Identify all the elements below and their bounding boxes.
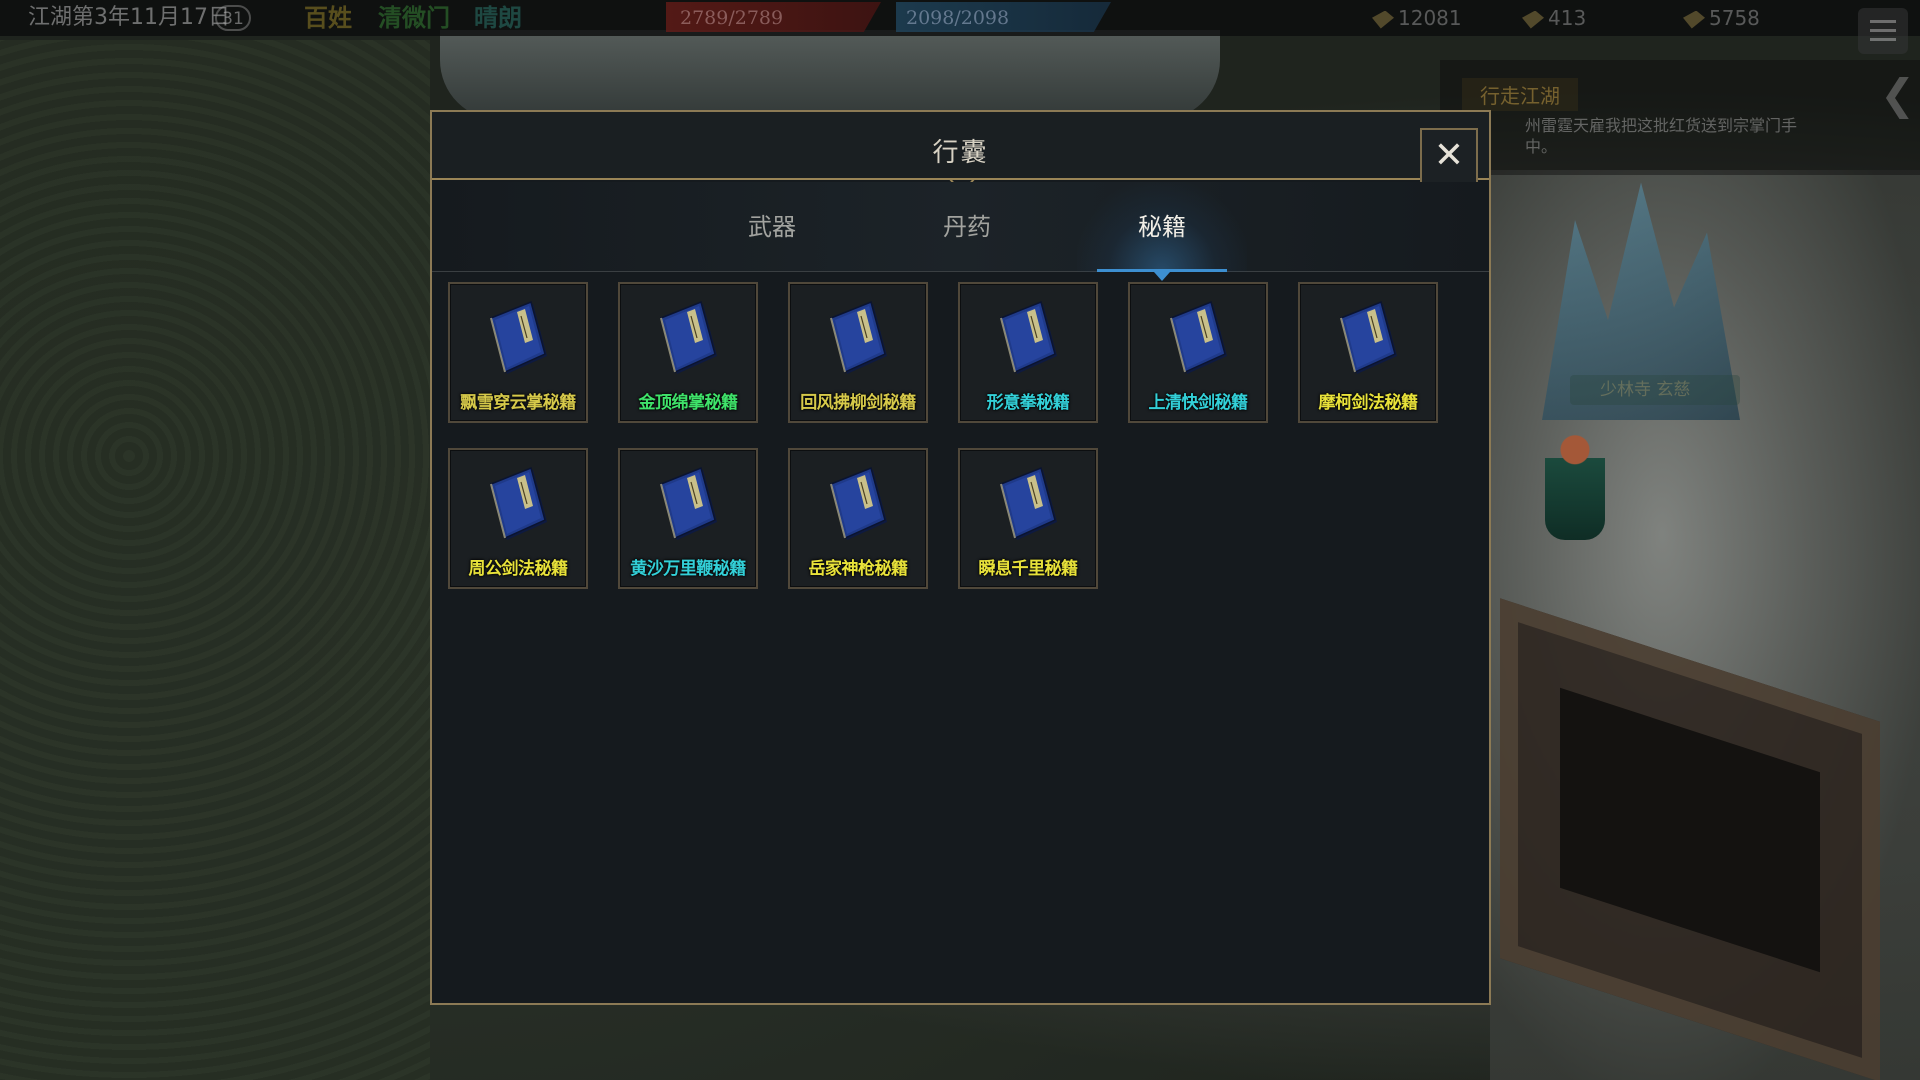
secret-manual-book-icon [660, 466, 717, 540]
item-slot[interactable]: 黄沙万里鞭秘籍 [618, 448, 758, 589]
item-slot[interactable]: 飘雪穿云掌秘籍 [448, 282, 588, 423]
ingot-icon [1522, 10, 1544, 29]
resource-2: 413 [1522, 0, 1586, 36]
item-slot[interactable]: 周公剑法秘籍 [448, 448, 588, 589]
day-count-badge: 31 [215, 5, 251, 31]
currency-icon [1372, 10, 1394, 29]
scroll-icon [1683, 10, 1705, 29]
mana-value: 2098/2098 [906, 7, 1010, 29]
secret-manual-book-icon [1000, 300, 1057, 374]
quest-description: 州雷霆天雇我把这批红货送到宗掌门手中。 [1525, 116, 1798, 156]
game-date: 江湖第3年11月17日 [28, 5, 230, 30]
tab-active-arrow-icon [1154, 272, 1170, 281]
secret-manual-book-icon [1000, 466, 1057, 540]
item-name: 形意拳秘籍 [986, 393, 1070, 413]
snowy-roof [440, 30, 1220, 120]
item-slot[interactable]: 摩柯剑法秘籍 [1298, 282, 1438, 423]
quest-tracker[interactable]: 行走江湖 州雷霆天雇我把这批红货送到宗掌门手中。 [1440, 60, 1920, 175]
item-slot[interactable]: 岳家神枪秘籍 [788, 448, 928, 589]
item-name: 黄沙万里鞭秘籍 [630, 559, 746, 579]
item-name: 飘雪穿云掌秘籍 [460, 393, 576, 413]
inventory-modal: 行囊 ✕ 武器 丹药 秘籍 飘雪穿云掌秘籍 金顶绵掌秘籍 回风拂柳剑秘籍 形意拳… [430, 110, 1491, 1005]
secret-manual-book-icon [830, 300, 887, 374]
tab-medicine[interactable]: 丹药 [882, 182, 1052, 272]
item-slot[interactable]: 瞬息千里秘籍 [958, 448, 1098, 589]
item-slot[interactable]: 回风拂柳剑秘籍 [788, 282, 928, 423]
item-slot[interactable]: 金顶绵掌秘籍 [618, 282, 758, 423]
menu-icon [1870, 20, 1896, 23]
health-value: 2789/2789 [680, 7, 784, 29]
arrow-left-icon[interactable]: ❮ [1880, 72, 1920, 118]
secret-manual-book-icon [660, 300, 717, 374]
weather-status: 晴朗 [474, 4, 522, 32]
resource-2-value: 413 [1548, 6, 1587, 30]
resource-1: 12081 [1372, 0, 1462, 36]
tab-manuals-label: 秘籍 [1138, 213, 1186, 241]
tab-manuals[interactable]: 秘籍 [1077, 182, 1247, 281]
status-bar: 江湖第3年11月17日 31 百姓 清微门 晴朗 2789/2789 2098/… [0, 0, 1920, 54]
item-name: 上清快剑秘籍 [1148, 393, 1249, 413]
item-name: 周公剑法秘籍 [468, 559, 569, 579]
modal-header: 行囊 [432, 112, 1489, 180]
resource-3: 5758 [1683, 0, 1760, 36]
item-slot[interactable]: 形意拳秘籍 [958, 282, 1098, 423]
close-button[interactable]: ✕ [1420, 128, 1478, 186]
secret-manual-book-icon [490, 466, 547, 540]
modal-title: 行囊 [932, 138, 989, 168]
secret-manual-book-icon [830, 466, 887, 540]
player-character[interactable] [1545, 430, 1605, 540]
quest-title: 行走江湖 [1462, 78, 1578, 111]
close-icon[interactable]: ✕ [1434, 135, 1464, 176]
tab-weapons[interactable]: 武器 [687, 182, 857, 272]
secret-manual-book-icon [1170, 300, 1227, 374]
npc-name-tag[interactable]: 少林寺 玄慈 [1570, 375, 1740, 405]
item-slot[interactable]: 上清快剑秘籍 [1128, 282, 1268, 423]
tab-bar: 武器 丹药 秘籍 [432, 182, 1489, 281]
identity-status: 百姓 [304, 4, 352, 32]
menu-button[interactable] [1858, 8, 1908, 54]
map-badge-icon[interactable] [12, 65, 122, 105]
secret-manual-book-icon [1340, 300, 1397, 374]
item-name: 瞬息千里秘籍 [978, 559, 1079, 579]
resource-3-value: 5758 [1709, 6, 1760, 30]
item-name: 摩柯剑法秘籍 [1318, 393, 1419, 413]
item-name: 金顶绵掌秘籍 [638, 393, 739, 413]
grass-terrain [0, 40, 430, 1080]
sect-status: 清微门 [378, 4, 450, 32]
item-name: 岳家神枪秘籍 [808, 559, 909, 579]
resource-1-value: 12081 [1398, 6, 1462, 30]
secret-manual-book-icon [490, 300, 547, 374]
item-name: 回风拂柳剑秘籍 [800, 393, 916, 413]
